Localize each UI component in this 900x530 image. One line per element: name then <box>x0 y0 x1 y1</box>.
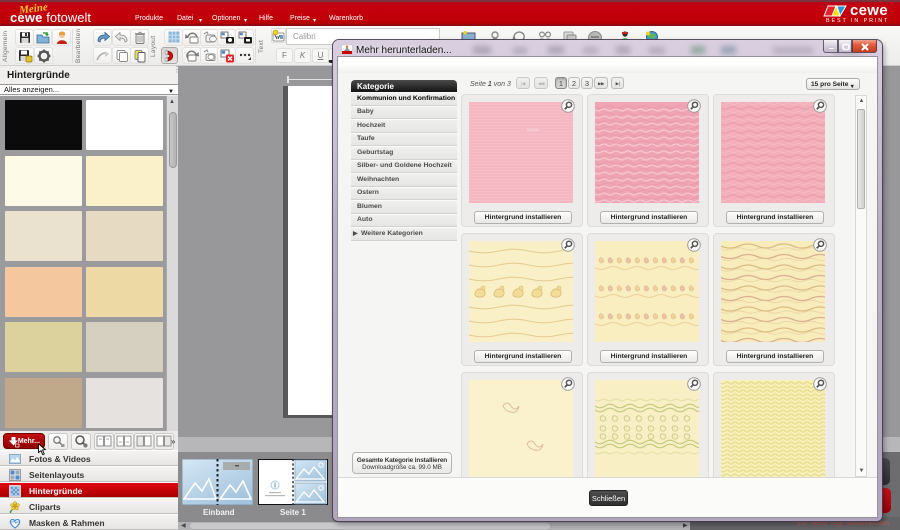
svg-text:Muster: Muster <box>527 127 540 132</box>
